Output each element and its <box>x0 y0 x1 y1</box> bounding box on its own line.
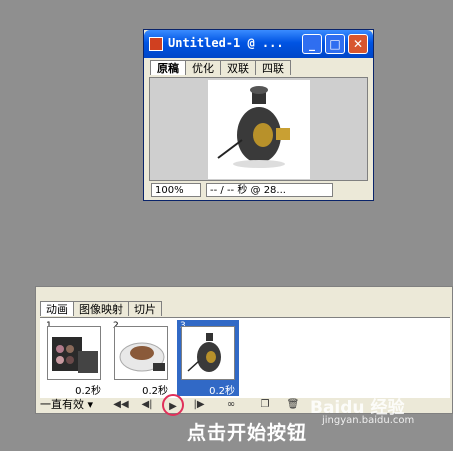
maximize-button[interactable]: □ <box>325 34 345 54</box>
tab-optimized[interactable]: 优化 <box>185 60 221 75</box>
first-frame-icon[interactable]: ◀◀ <box>112 398 130 412</box>
frame-thumbnail <box>114 326 168 380</box>
previous-frame-icon[interactable]: ◀| <box>138 398 156 412</box>
frame-2[interactable]: 2 0.2秒 <box>110 320 172 397</box>
panel-tabs: 动画 图像映射 切片 <box>40 301 162 316</box>
app-icon <box>149 37 163 51</box>
view-tabs: 原稿 优化 双联 四联 <box>150 60 291 76</box>
frame-3[interactable]: 3 0.2秒 <box>177 320 239 397</box>
watermark-url: jingyan.baidu.com <box>322 415 415 426</box>
tab-4up[interactable]: 四联 <box>255 60 291 75</box>
frame-delay[interactable]: 0.2秒 <box>75 382 101 397</box>
title-bar[interactable]: Untitled-1 @ ... _ □ ✕ <box>144 30 373 58</box>
window-title: Untitled-1 @ ... <box>168 36 284 50</box>
frame-thumbnail <box>47 326 101 380</box>
document-window: Untitled-1 @ ... _ □ ✕ 原稿 优化 双联 四联 100% … <box>143 29 374 201</box>
frames-strip: 1 0.2秒 2 <box>40 317 450 398</box>
duplicate-frame-icon[interactable]: ❐ <box>256 398 274 412</box>
close-button[interactable]: ✕ <box>348 34 368 54</box>
frame-thumbnail <box>181 326 235 380</box>
document-image <box>208 80 310 179</box>
download-time-info[interactable]: -- / -- 秒 @ 28... <box>206 183 333 197</box>
tab-2up[interactable]: 双联 <box>220 60 256 75</box>
tab-original[interactable]: 原稿 <box>150 60 186 75</box>
minimize-button[interactable]: _ <box>302 34 322 54</box>
play-button[interactable]: ▶ <box>162 394 184 416</box>
next-frame-icon[interactable]: |▶ <box>190 398 208 412</box>
tab-animation[interactable]: 动画 <box>40 301 74 316</box>
status-bar: 100% -- / -- 秒 @ 28... <box>149 183 368 198</box>
canvas-area[interactable] <box>149 77 368 181</box>
loop-select[interactable]: 一直有效 ▾ <box>40 398 108 412</box>
frame-delay[interactable]: 0.2秒 <box>142 382 168 397</box>
tab-slices[interactable]: 切片 <box>128 301 162 316</box>
delete-frame-icon[interactable]: 🗑 <box>284 398 302 412</box>
frame-delay[interactable]: 0.2秒 <box>209 382 235 397</box>
frame-1[interactable]: 1 0.2秒 <box>43 320 105 397</box>
loop-label: 一直有效 <box>40 398 84 411</box>
tween-icon[interactable]: ∞ <box>222 398 240 412</box>
zoom-select[interactable]: 100% <box>151 183 201 197</box>
tab-image-map[interactable]: 图像映射 <box>73 301 129 316</box>
caption: 点击开始按钮 <box>187 422 308 444</box>
play-icon: ▶ <box>162 394 184 416</box>
